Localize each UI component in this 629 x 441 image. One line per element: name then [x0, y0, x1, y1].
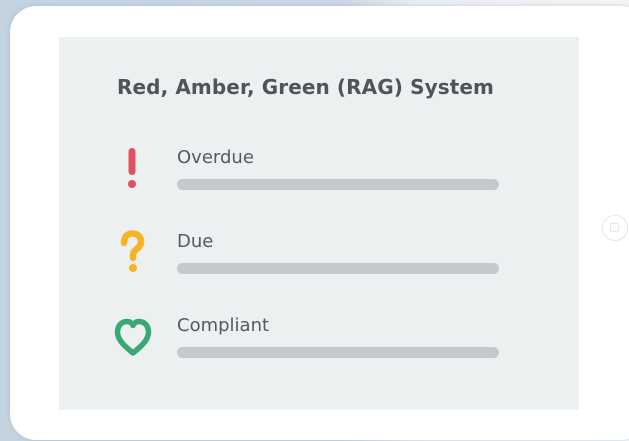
exclamation-icon	[128, 148, 136, 188]
legend-item-label: Overdue	[177, 147, 254, 168]
legend-item-compliant: Compliant	[59, 315, 579, 375]
placeholder-bar	[177, 263, 499, 274]
legend-item-due: Due	[59, 230, 579, 291]
question-icon	[120, 230, 145, 272]
placeholder-bar	[177, 179, 499, 190]
placeholder-bar	[177, 347, 499, 358]
home-button-icon	[602, 215, 628, 241]
legend-item-label: Due	[177, 231, 214, 252]
heart-icon	[114, 318, 152, 356]
page-title: Red, Amber, Green (RAG) System	[117, 75, 494, 99]
tablet-screen: Red, Amber, Green (RAG) System Overdue D…	[59, 37, 579, 410]
legend-item-overdue: Overdue	[59, 147, 579, 207]
legend-item-label: Compliant	[177, 315, 270, 336]
